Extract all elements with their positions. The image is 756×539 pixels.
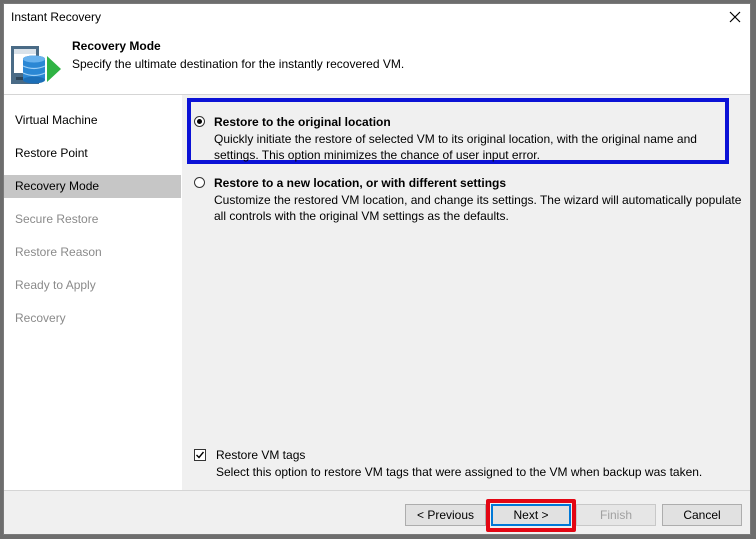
sidebar-item-restore-point[interactable]: Restore Point bbox=[4, 142, 181, 165]
sidebar-item-secure-restore: Secure Restore bbox=[15, 212, 99, 226]
instant-recovery-window: Instant Recovery Recovery Mode Specify t… bbox=[3, 3, 751, 535]
recovery-mode-panel: Restore to the original location Quickly… bbox=[182, 95, 750, 490]
page-subtitle: Specify the ultimate destination for the… bbox=[72, 57, 405, 71]
window-title: Instant Recovery bbox=[11, 10, 102, 24]
restore-vm-tags-checkbox[interactable] bbox=[194, 449, 206, 461]
wizard-steps-sidebar: Virtual Machine Restore Point Recovery M… bbox=[4, 95, 182, 490]
checkmark-icon bbox=[196, 451, 205, 459]
page-title: Recovery Mode bbox=[72, 39, 161, 53]
new-location-description: Customize the restored VM location, and … bbox=[214, 193, 742, 223]
recovery-wizard-logo-icon bbox=[11, 46, 61, 84]
cancel-button[interactable]: Cancel bbox=[662, 504, 742, 526]
sidebar-item-ready-to-apply: Ready to Apply bbox=[15, 278, 96, 292]
previous-button[interactable]: < Previous bbox=[405, 504, 486, 526]
sidebar-item-virtual-machine[interactable]: Virtual Machine bbox=[4, 109, 181, 132]
original-location-radio[interactable] bbox=[194, 116, 205, 127]
title-bar: Instant Recovery bbox=[4, 4, 750, 30]
original-location-description: Quickly initiate the restore of selected… bbox=[214, 132, 697, 162]
wizard-header: Recovery Mode Specify the ultimate desti… bbox=[4, 30, 750, 95]
original-location-label[interactable]: Restore to the original location bbox=[214, 115, 391, 129]
finish-button: Finish bbox=[576, 504, 656, 526]
close-button[interactable] bbox=[724, 6, 746, 28]
sidebar-item-restore-reason: Restore Reason bbox=[15, 245, 102, 259]
next-button[interactable]: Next > bbox=[491, 504, 571, 526]
restore-vm-tags-label[interactable]: Restore VM tags bbox=[216, 448, 305, 462]
sidebar-item-recovery-mode[interactable]: Recovery Mode bbox=[4, 175, 181, 198]
sidebar-item-recovery: Recovery bbox=[15, 311, 66, 325]
close-icon bbox=[729, 11, 741, 23]
wizard-footer: < Previous Next > Finish Cancel bbox=[4, 490, 750, 534]
new-location-radio[interactable] bbox=[194, 177, 205, 188]
new-location-label[interactable]: Restore to a new location, or with diffe… bbox=[214, 176, 506, 190]
restore-vm-tags-description: Select this option to restore VM tags th… bbox=[216, 465, 703, 479]
